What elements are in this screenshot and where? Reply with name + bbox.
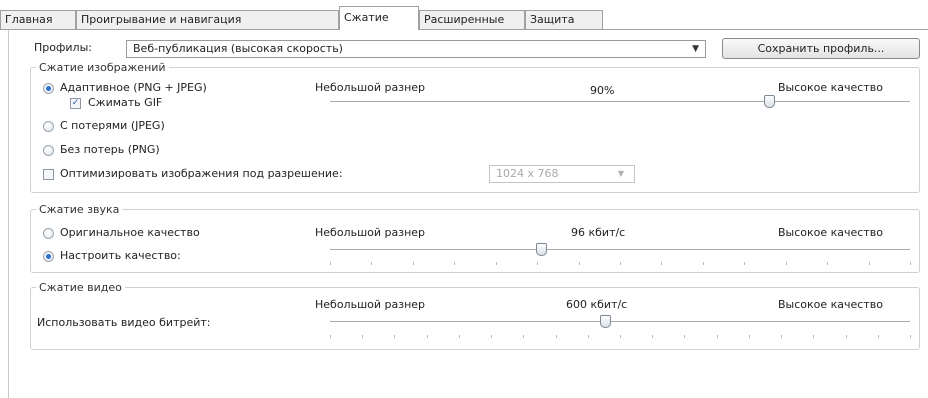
slider-tick [703,262,704,265]
slider-tick [556,335,557,338]
lossy-radio[interactable] [43,121,54,132]
slider-tick [496,262,497,265]
slider-tick [744,262,745,265]
original-quality-label: Оригинальное качество [60,226,200,239]
tab-general[interactable]: Главная [0,10,76,29]
slider-tick [827,262,828,265]
tab-protection[interactable]: Защита [525,10,603,29]
custom-quality-radio[interactable] [43,251,54,262]
slider-tick [652,335,653,338]
slider-tick [684,335,685,338]
audio-bitrate-value: 96 кбит/с [571,226,626,239]
slider-tick [394,335,395,338]
slider-tick [330,262,331,265]
audio-quality-slider-track[interactable] [330,249,910,250]
slider-tick [588,335,589,338]
slider-tick [330,335,331,338]
slider-tick [491,335,492,338]
audio-quality-slider-thumb[interactable] [536,243,547,256]
slider-tick [362,335,363,338]
slider-tick [427,335,428,338]
optimize-resolution-checkbox[interactable] [43,169,54,180]
lossless-radio[interactable] [43,145,54,156]
video-bitrate-value: 600 кбит/с [566,298,628,311]
resolution-dropdown-value: 1024 x 768 [496,167,559,180]
slider-tick [910,335,911,338]
optimize-resolution-label: Оптимизировать изображения под разрешени… [60,167,343,180]
slider-tick [579,262,580,265]
slider-tick [878,335,879,338]
lossless-label: Без потерь (PNG) [60,143,160,156]
resolution-dropdown[interactable]: 1024 x 768 ▼ [489,165,635,183]
video-compression-title: Сжатие видео [36,281,125,294]
slider-tick [537,262,538,265]
tab-strip-divider [0,29,928,30]
profile-dropdown[interactable]: Веб-публикация (высокая скорость) ▼ [126,40,706,58]
compress-gif-checkbox[interactable]: ✓ [70,98,81,109]
audio-high-quality-label: Высокое качество [778,226,883,239]
slider-tick [661,262,662,265]
slider-tick [813,335,814,338]
image-high-quality-label: Высокое качество [778,81,883,94]
slider-tick [717,335,718,338]
audio-small-size-label: Небольшой разнер [315,226,426,239]
chevron-down-icon: ▼ [692,44,699,54]
video-small-size-label: Небольшой разнер [315,298,426,311]
video-bitrate-slider-track[interactable] [330,321,910,322]
compress-gif-label: Сжимать GIF [88,96,163,109]
slider-tick [781,335,782,338]
original-quality-radio[interactable] [43,228,54,239]
panel-frame [8,30,9,398]
slider-tick [371,262,372,265]
slider-tick [413,262,414,265]
slider-tick [523,335,524,338]
image-quality-slider-track[interactable] [330,101,910,102]
adaptive-radio[interactable] [43,83,54,94]
slider-tick [459,335,460,338]
image-quality-slider-thumb[interactable] [764,95,775,108]
image-small-size-label: Небольшой разнер [315,81,426,94]
lossy-label: С потерями (JPEG) [60,119,165,132]
video-bitrate-label: Использовать видео битрейт: [37,316,211,329]
profile-dropdown-value: Веб-публикация (высокая скорость) [133,42,343,55]
slider-tick [846,335,847,338]
image-compression-title: Сжатие изображений [36,61,169,74]
tab-playback-navigation[interactable]: Проигрывание и навигация [76,10,339,29]
slider-tick [454,262,455,265]
audio-compression-title: Сжатие звука [36,203,123,216]
adaptive-label: Адаптивное (PNG + JPEG) [60,81,207,94]
video-high-quality-label: Высокое качество [778,298,883,311]
tab-advanced[interactable]: Расширенные [419,10,525,29]
slider-tick [620,335,621,338]
slider-tick [869,262,870,265]
slider-tick [620,262,621,265]
image-quality-value: 90% [590,84,615,97]
tab-strip: Главная Проигрывание и навигация Сжатие … [0,0,928,30]
chevron-down-icon: ▼ [617,169,624,178]
custom-quality-label: Настроить качество: [60,249,181,262]
video-bitrate-slider-thumb[interactable] [600,315,611,328]
slider-tick [910,262,911,265]
save-profile-button[interactable]: Сохранить профиль... [722,38,920,59]
slider-tick [749,335,750,338]
tab-compression[interactable]: Сжатие [339,6,419,30]
profile-label: Профилы: [34,41,92,54]
slider-tick [786,262,787,265]
